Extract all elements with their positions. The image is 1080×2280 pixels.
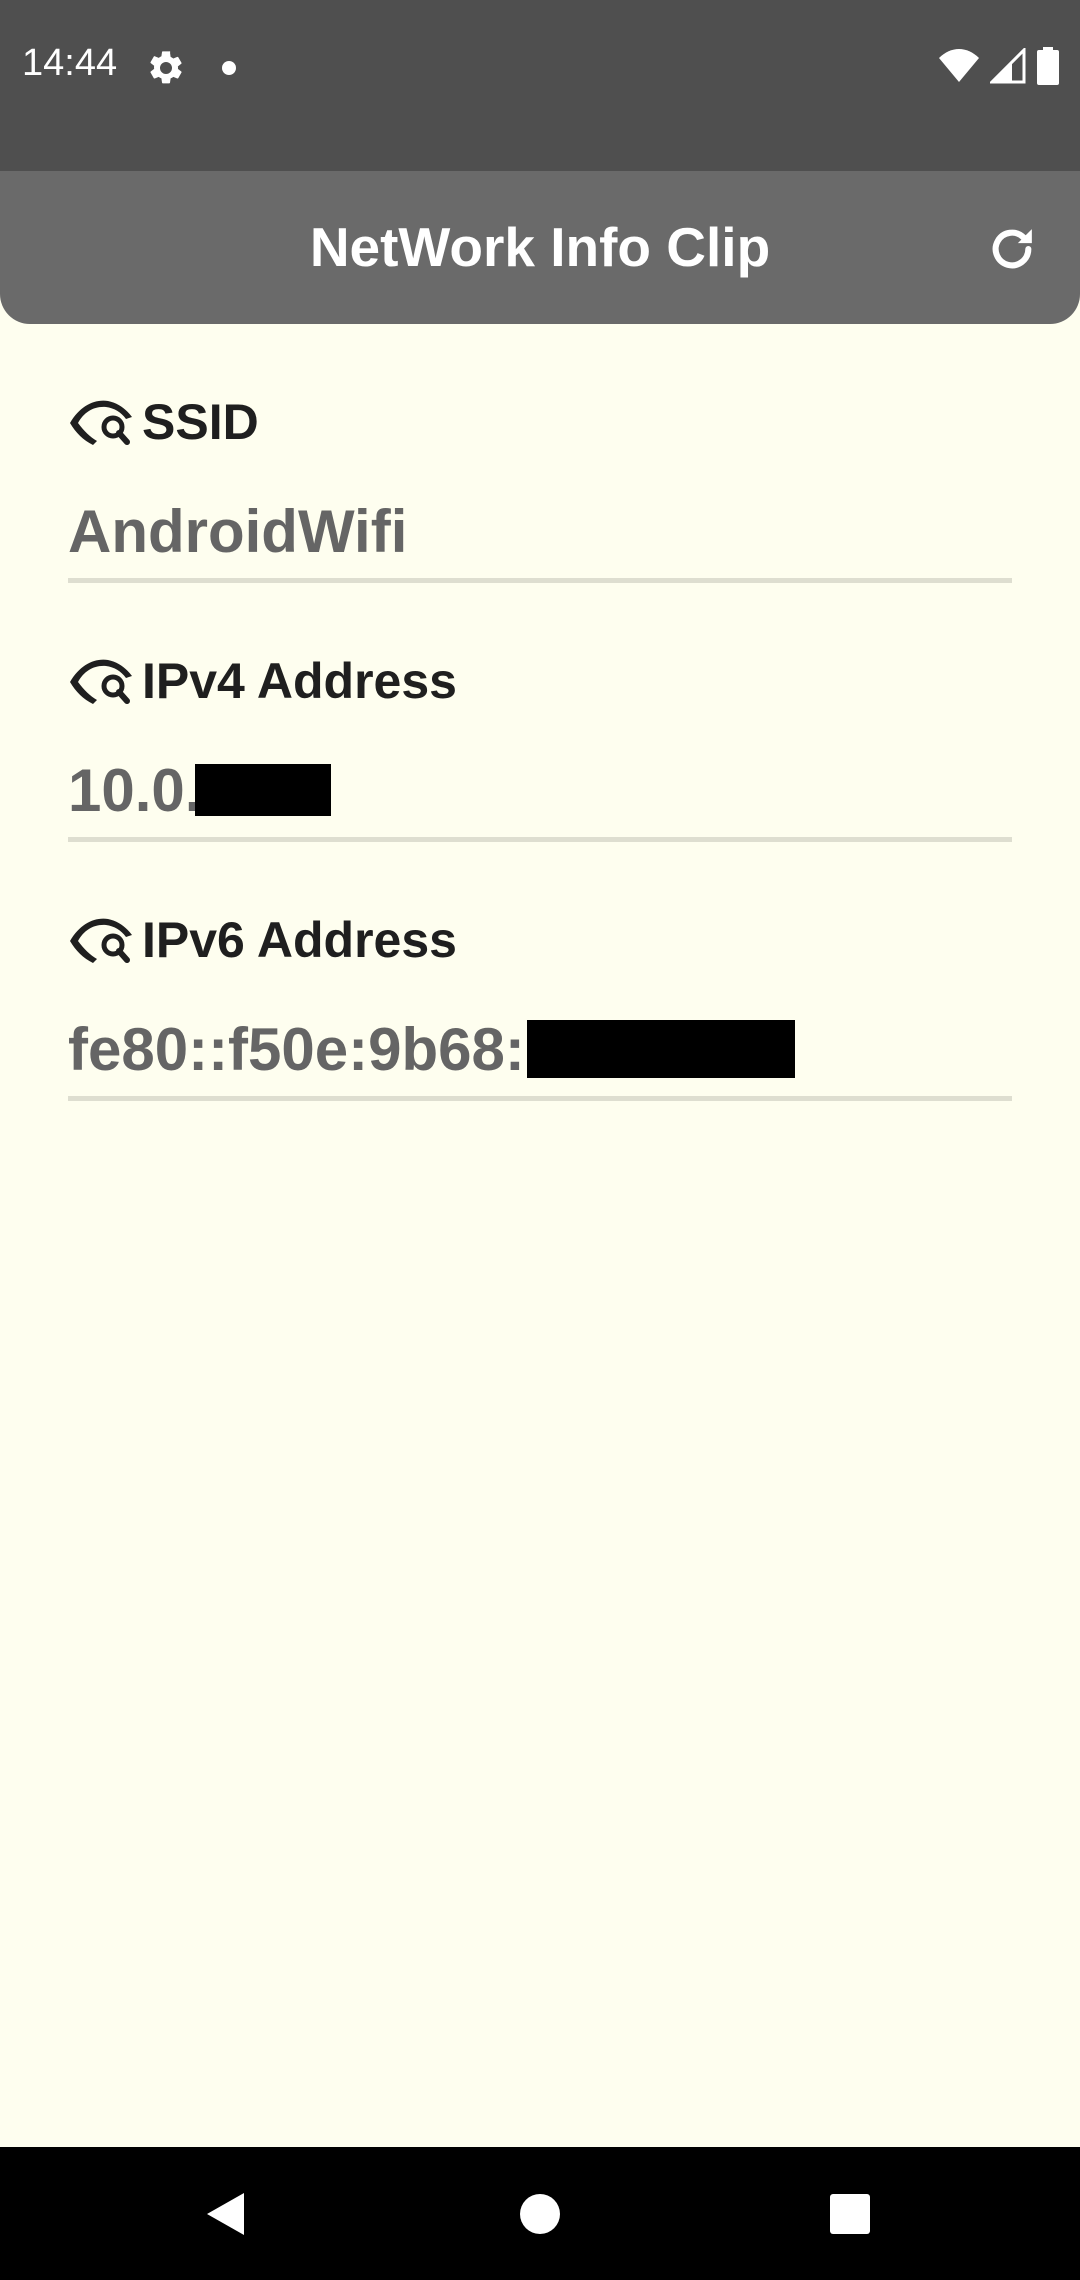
back-icon	[207, 2193, 244, 2235]
status-bar: 14:44	[0, 0, 1080, 171]
home-button[interactable]	[501, 2175, 579, 2253]
back-button[interactable]	[186, 2175, 264, 2253]
ipv6-value: fe80::f50e:9b68:	[68, 1015, 525, 1083]
app-title: NetWork Info Clip	[309, 216, 771, 278]
ipv6-value-row: fe80::f50e:9b68:	[68, 1014, 795, 1084]
cellular-signal-icon	[990, 48, 1026, 84]
recents-button[interactable]	[811, 2175, 889, 2253]
ipv6-label-row: IPv6 Address	[68, 912, 457, 968]
home-icon	[520, 2194, 560, 2234]
ipv6-label: IPv6 Address	[142, 912, 457, 968]
status-icons	[938, 46, 1060, 86]
status-time: 14:44	[22, 42, 118, 84]
eye-search-icon	[70, 400, 132, 445]
notification-dot-icon	[222, 61, 236, 75]
ipv4-label: IPv4 Address	[142, 653, 457, 709]
app-bar: NetWork Info Clip	[0, 171, 1080, 324]
ipv4-label-row: IPv4 Address	[68, 653, 457, 709]
settings-icon	[150, 51, 182, 84]
ipv4-value-row: 10.0.	[68, 755, 332, 825]
navigation-bar	[0, 2147, 1080, 2280]
network-info-list: SSID AndroidWifi IPv4 Address 10.0. IPv6…	[68, 324, 1012, 1101]
refresh-icon[interactable]	[984, 221, 1040, 277]
ssid-item[interactable]: SSID AndroidWifi	[68, 324, 1012, 583]
recents-icon	[830, 2194, 870, 2234]
ipv4-value: 10.0.	[68, 756, 202, 824]
ipv4-item[interactable]: IPv4 Address 10.0.	[68, 583, 1012, 842]
redaction-block	[526, 1020, 795, 1078]
ssid-value-row: AndroidWifi	[68, 496, 407, 566]
eye-search-icon	[70, 659, 132, 704]
redaction-block	[195, 764, 332, 816]
wifi-icon	[939, 49, 979, 82]
ipv6-item[interactable]: IPv6 Address fe80::f50e:9b68:	[68, 842, 1012, 1101]
ssid-label-row: SSID	[68, 394, 259, 450]
battery-icon	[1037, 47, 1059, 85]
ssid-label: SSID	[142, 394, 259, 450]
eye-search-icon	[70, 918, 132, 963]
ssid-value: AndroidWifi	[68, 497, 408, 565]
